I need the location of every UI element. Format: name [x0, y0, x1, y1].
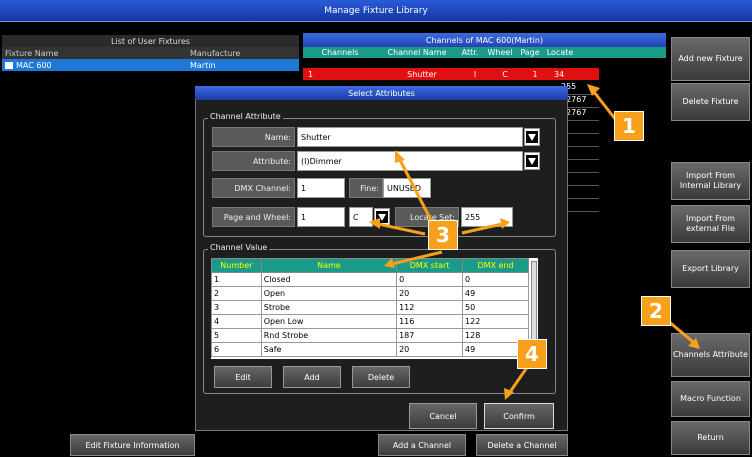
- arrow-3c: [461, 222, 503, 235]
- arrow-1-head: [587, 84, 600, 96]
- arrow-3a-head: [395, 150, 405, 163]
- arrow-3d-head: [384, 258, 395, 268]
- callout-1: 1: [614, 111, 644, 141]
- arrow-3b: [377, 222, 426, 236]
- arrow-1: [592, 91, 618, 121]
- arrow-4: [508, 365, 530, 393]
- arrow-3a: [398, 159, 434, 223]
- callout-2: 2: [641, 296, 671, 326]
- arrow-3c-head: [500, 218, 510, 229]
- arrow-3b-head: [369, 218, 380, 229]
- arrow-3d: [391, 250, 443, 266]
- callout-4: 4: [517, 339, 547, 369]
- callout-3: 3: [428, 220, 458, 250]
- annotation-arrows: [369, 84, 700, 400]
